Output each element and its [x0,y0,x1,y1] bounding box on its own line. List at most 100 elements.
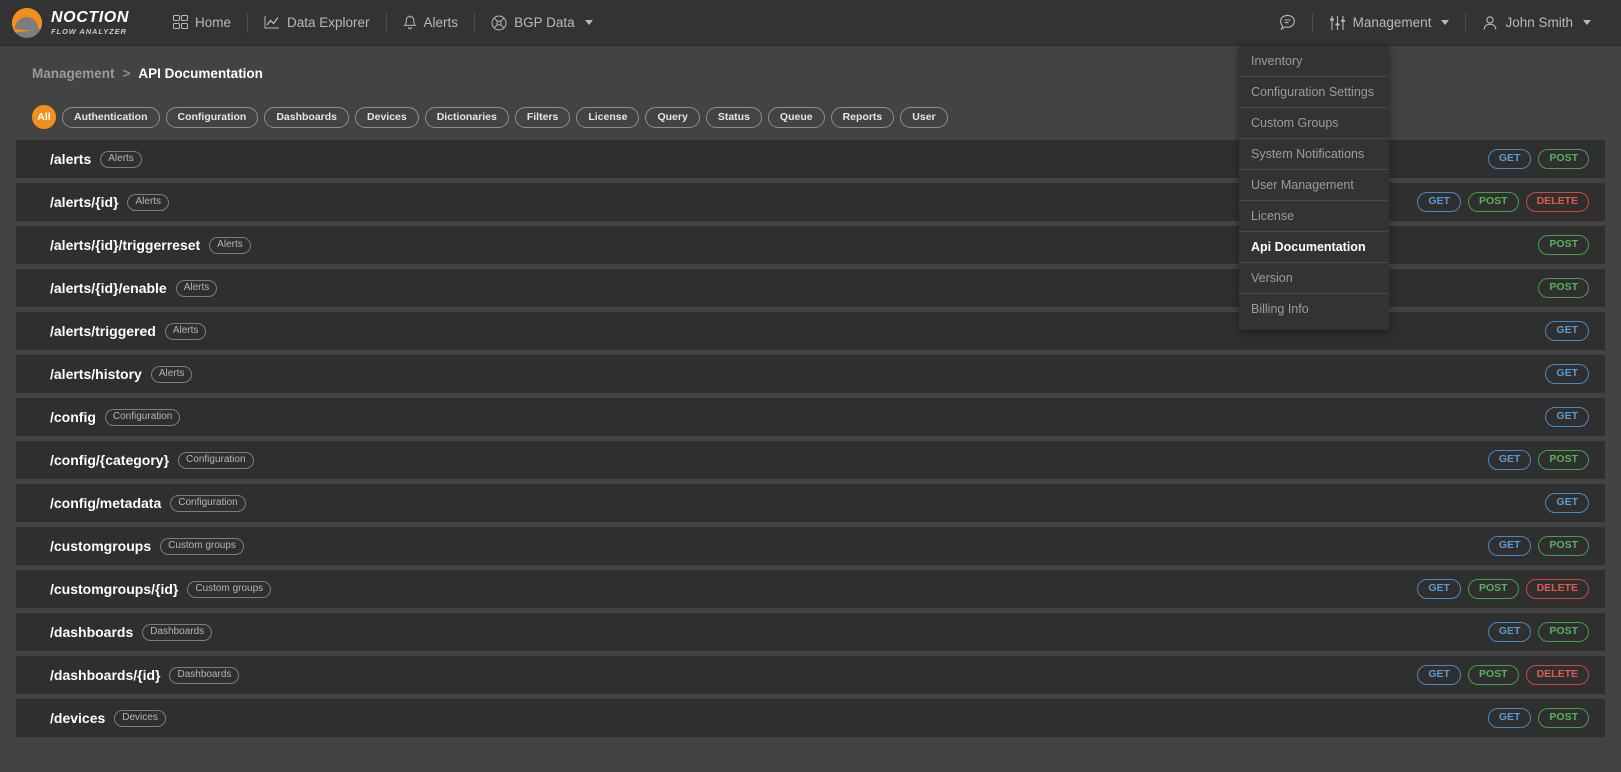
brand-text: NOCTION FLOW ANALYZER [51,9,129,36]
endpoint-row[interactable]: /config Configuration GET [16,398,1605,436]
menu-item-license[interactable]: License [1239,201,1389,232]
endpoint-path: /alerts [50,151,92,167]
breadcrumb-parent[interactable]: Management [32,66,115,81]
filter-chip-all[interactable]: All [32,105,56,129]
filter-chip-filters[interactable]: Filters [514,106,571,128]
endpoint-category-tag: Alerts [175,279,218,297]
filter-chip-authentication[interactable]: Authentication [62,106,160,128]
chevron-down-icon [1441,20,1450,25]
method-badge-post[interactable]: POST [1538,148,1589,170]
endpoint-path: /config/{category} [50,452,170,468]
menu-item-custom-groups[interactable]: Custom Groups [1239,108,1389,139]
method-badge-get[interactable]: GET [1487,148,1532,170]
endpoint-path: /alerts/{id}/enable [50,280,167,296]
endpoint-category-tag: Configuration [170,494,246,512]
method-badges: GET POST [1487,707,1589,729]
method-badge-get[interactable]: GET [1417,664,1461,686]
method-badge-get[interactable]: GET [1545,320,1589,342]
filter-chip-status[interactable]: Status [705,106,762,128]
filter-chip-dashboards[interactable]: Dashboards [264,106,350,128]
method-badge-get[interactable]: GET [1487,449,1532,471]
menu-item-billing-info[interactable]: Billing Info [1239,294,1389,324]
filter-chip-dictionaries[interactable]: Dictionaries [424,106,509,128]
endpoint-row[interactable]: /devices Devices GET POST [16,699,1605,737]
nav-item-alerts[interactable]: Alerts [387,0,475,46]
method-badge-get[interactable]: GET [1545,492,1589,514]
chevron-down-icon [584,20,593,25]
method-badge-get[interactable]: GET [1545,363,1589,385]
breadcrumb-separator: > [122,65,131,81]
method-badge-get[interactable]: GET [1487,621,1532,643]
endpoint-path: /customgroups [50,538,152,554]
method-badge-get[interactable]: GET [1417,191,1461,213]
menu-item-version[interactable]: Version [1239,263,1389,294]
nav-item-home[interactable]: Home [157,0,247,46]
endpoint-path: /devices [50,710,106,726]
method-badge-post[interactable]: POST [1538,707,1589,729]
method-badges: GET POST [1487,449,1589,471]
method-badge-get[interactable]: GET [1417,578,1461,600]
endpoint-category-tag: Alerts [100,150,142,168]
filter-chip-reports[interactable]: Reports [830,106,895,128]
nav-label-alerts: Alerts [423,15,459,30]
method-badge-delete[interactable]: DELETE [1525,191,1589,213]
management-menu-button[interactable]: Management [1313,0,1466,46]
messages-button[interactable] [1263,0,1312,46]
method-badge-delete[interactable]: DELETE [1525,578,1589,600]
method-badge-post[interactable]: POST [1538,277,1589,299]
endpoint-row[interactable]: /config/metadata Configuration GET [16,484,1605,522]
method-badges: GET POST DELETE [1417,664,1589,686]
endpoint-category-tag: Custom groups [160,537,244,555]
top-navigation-bar: NOCTION FLOW ANALYZER Home Data Explorer [0,0,1621,330]
method-badge-post[interactable]: POST [1467,191,1519,213]
method-badges: GET [1545,320,1589,342]
endpoint-row[interactable]: /dashboards/{id} Dashboards GET POST DELETE [16,656,1605,694]
method-badge-post[interactable]: POST [1538,535,1589,557]
nav-item-bgp-data[interactable]: BGP Data [475,0,609,46]
filter-chip-devices[interactable]: Devices [355,106,419,128]
filter-chip-user[interactable]: User [900,106,948,128]
endpoint-category-tag: Alerts [209,236,251,254]
method-badge-get[interactable]: GET [1487,707,1532,729]
filter-chip-configuration[interactable]: Configuration [165,106,259,128]
endpoint-row[interactable]: /customgroups/{id} Custom groups GET POST DE… [16,570,1605,608]
management-dropdown-menu: Inventory Configuration Settings Custom … [1239,46,1389,330]
noction-logo-icon [12,7,42,38]
method-badge-post[interactable]: POST [1467,664,1519,686]
endpoint-category-tag: Dashboards [142,623,213,641]
endpoint-row[interactable]: /customgroups Custom groups GET POST [16,527,1605,565]
brand-logo[interactable]: NOCTION FLOW ANALYZER [12,7,129,38]
nav-item-data-explorer[interactable]: Data Explorer [248,0,386,46]
method-badge-post[interactable]: POST [1467,578,1519,600]
endpoint-path: /dashboards/{id} [50,667,161,683]
speech-bubble-icon [1279,14,1296,31]
filter-chip-license[interactable]: License [576,106,640,128]
endpoint-row[interactable]: /dashboards Dashboards GET POST [16,613,1605,651]
method-badges: GET [1545,406,1589,428]
menu-item-inventory[interactable]: Inventory [1239,46,1389,77]
bgp-node-icon [491,15,507,31]
menu-item-configuration-settings[interactable]: Configuration Settings [1239,77,1389,108]
user-icon [1482,15,1498,31]
menu-item-api-documentation[interactable]: Api Documentation [1239,232,1389,263]
method-badges: GET POST [1487,621,1589,643]
method-badge-post[interactable]: POST [1538,449,1589,471]
endpoint-row[interactable]: /alerts/history Alerts GET [16,355,1605,393]
chart-line-icon [264,15,280,30]
user-menu-button[interactable]: John Smith [1466,0,1607,46]
page-title: API Documentation [138,65,263,81]
endpoint-category-tag: Alerts [127,193,170,211]
filter-chip-query[interactable]: Query [645,106,700,128]
method-badge-delete[interactable]: DELETE [1525,664,1589,686]
method-badge-get[interactable]: GET [1545,406,1589,428]
filter-chip-queue[interactable]: Queue [767,106,825,128]
method-badge-get[interactable]: GET [1487,535,1532,557]
method-badge-post[interactable]: POST [1538,621,1589,643]
endpoint-row[interactable]: /config/{category} Configuration GET POST [16,441,1605,479]
endpoint-category-tag: Configuration [104,408,181,426]
chevron-down-icon [1583,20,1591,25]
nav-label-bgp-data: BGP Data [514,15,575,30]
menu-item-user-management[interactable]: User Management [1239,170,1389,201]
method-badge-post[interactable]: POST [1538,234,1589,256]
menu-item-system-notifications[interactable]: System Notifications [1239,139,1389,170]
